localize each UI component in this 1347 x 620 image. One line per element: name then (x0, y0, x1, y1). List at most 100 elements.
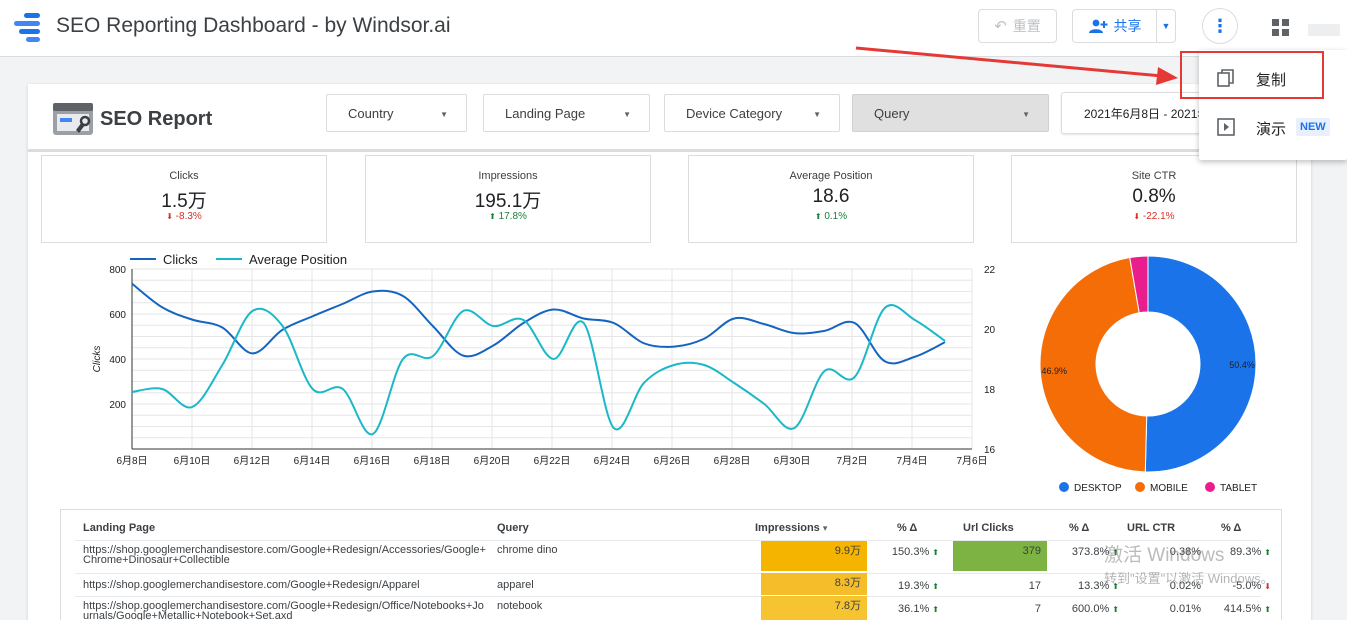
clicks-position-line-chart: 6月8日 6月10日 6月12日 6月14日 6月16日 6月18日 6月20日 6月22日 6… (92, 252, 996, 467)
x-tick-label: 6月24日 (594, 455, 631, 467)
x-tick-label: 6月10日 (174, 455, 211, 467)
change-value: 150.3% (891, 546, 930, 558)
change-value: 36.1% (898, 603, 930, 615)
highlight-box (1180, 51, 1324, 99)
scorecard-label: Clicks (169, 170, 199, 182)
legend-swatch (1135, 482, 1145, 492)
x-tick-label: 6月20日 (474, 455, 511, 467)
dropdown-arrow-icon: ▼ (1022, 110, 1030, 119)
landing-page-cell[interactable]: https://shop.googlemerchandisestore.com/… (83, 580, 489, 591)
arrow-up-icon: ⬆ (1112, 605, 1119, 614)
col-header-impressions-change[interactable]: % Δ (897, 522, 917, 534)
change-value: -8.3% (175, 211, 202, 222)
x-tick-label: 6月26日 (654, 455, 691, 467)
more-options-button[interactable]: ⋮ (1202, 8, 1238, 44)
query-filter[interactable]: Query ▼ (852, 94, 1049, 132)
url-ctr-cell: 0.01% (1169, 603, 1201, 615)
scorecard-average-position: Average Position 18.6 ⬆ 0.1% (688, 155, 974, 243)
share-button-group: 共享 ▼ (1072, 9, 1176, 43)
change-value: 600.0% (1071, 603, 1110, 615)
arrow-up-icon: ⬆ (932, 582, 939, 591)
col-header-query[interactable]: Query (497, 522, 529, 534)
share-label: 共享 (1113, 18, 1142, 34)
avatar[interactable] (1308, 24, 1340, 36)
undo-icon: ↶ (994, 18, 1007, 35)
query-cell: chrome dino (497, 544, 558, 556)
x-tick-label: 7月2日 (836, 455, 867, 467)
url-clicks-cell: 17 (1028, 580, 1041, 592)
impressions-change-cell: 36.1% ⬆ (869, 603, 939, 615)
col-header-url-ctr[interactable]: URL CTR (1127, 522, 1175, 534)
new-badge: NEW (1296, 118, 1330, 136)
scorecard-clicks: Clicks 1.5万 ⬇ -8.3% (41, 155, 327, 243)
landing-page-cell[interactable]: https://shop.googlemerchandisestore.com/… (83, 545, 489, 566)
table-row[interactable]: https://shop.googlemerchandisestore.com/… (75, 540, 1275, 572)
legend-label[interactable]: TABLET (1220, 483, 1257, 494)
series-line-clicks[interactable] (131, 282, 946, 365)
donut-slice-mobile[interactable] (1039, 256, 1148, 473)
landing-page-filter[interactable]: Landing Page ▼ (483, 94, 650, 132)
share-button[interactable]: 共享 (1073, 10, 1157, 42)
windows-activation-watermark: 激活 Windows (1104, 545, 1225, 566)
col-header-landing-page[interactable]: Landing Page (83, 522, 155, 534)
scorecard-label: Average Position (789, 170, 873, 182)
arrow-up-icon: ⬆ (1264, 548, 1271, 557)
change-value: 89.3% (1230, 546, 1262, 558)
table-row[interactable]: https://shop.googlemerchandisestore.com/… (75, 573, 1275, 595)
share-options-button[interactable]: ▼ (1157, 10, 1175, 42)
col-header-ctr-change[interactable]: % Δ (1221, 522, 1241, 534)
arrow-down-icon: ⬇ (166, 212, 173, 221)
x-tick-label: 6月22日 (534, 455, 571, 467)
query-filter-label: Query (874, 105, 910, 121)
scorecard-label: Site CTR (1131, 170, 1177, 182)
scorecard-value: 1.5万 (161, 191, 207, 212)
country-filter[interactable]: Country ▼ (326, 94, 467, 132)
legend-label[interactable]: Clicks (163, 252, 198, 267)
caret-down-icon: ▼ (1161, 21, 1171, 31)
reset-button[interactable]: ↶ 重置 (978, 9, 1057, 43)
change-value: 19.3% (898, 580, 930, 592)
reset-label: 重置 (1012, 18, 1041, 34)
y-axis-label: Clicks (92, 346, 103, 373)
add-person-icon (1088, 19, 1107, 33)
clicks-change-cell: 600.0% ⬆ (1049, 603, 1119, 615)
landing-page-cell[interactable]: https://shop.googlemerchandisestore.com/… (83, 601, 489, 620)
device-category-filter[interactable]: Device Category ▼ (664, 94, 840, 132)
legend-label[interactable]: DESKTOP (1074, 483, 1122, 494)
change-value: 17.8% (498, 211, 527, 222)
legend-swatch (1059, 482, 1069, 492)
slice-label: 46.9% (1041, 366, 1067, 376)
x-tick-label: 7月4日 (896, 455, 927, 467)
sort-desc-icon: ▾ (822, 523, 828, 533)
col-header-impressions[interactable]: Impressions ▾ (755, 522, 827, 534)
more-vert-icon: ⋮ (1211, 15, 1229, 36)
dropdown-arrow-icon: ▼ (813, 110, 821, 119)
legend-label[interactable]: Average Position (249, 252, 347, 267)
impressions-header-label: Impressions (755, 522, 820, 534)
query-cell: apparel (497, 579, 534, 591)
impressions-bar-cell: 7.8万 (761, 596, 867, 620)
x-tick-label: 6月18日 (414, 455, 451, 467)
y-tick-label: 800 (109, 265, 126, 276)
table-row[interactable]: https://shop.googlemerchandisestore.com/… (75, 596, 1275, 620)
x-tick-label: 6月12日 (234, 455, 271, 467)
legend-label[interactable]: MOBILE (1150, 483, 1188, 494)
url-clicks-bar-cell: 379 (953, 541, 1047, 571)
annotation-arrow (855, 46, 1178, 85)
y2-tick-label: 18 (984, 385, 996, 396)
menu-item-present[interactable]: 演示 NEW (1199, 105, 1347, 149)
col-header-url-clicks[interactable]: Url Clicks (963, 522, 1014, 534)
change-value: 0.1% (824, 211, 848, 222)
report-title: SEO Report (100, 108, 213, 130)
x-tick-label: 6月28日 (714, 455, 751, 467)
col-header-clicks-change[interactable]: % Δ (1069, 522, 1089, 534)
x-tick-label: 6月8日 (116, 455, 147, 467)
data-studio-logo-icon (14, 13, 42, 42)
y2-tick-label: 16 (984, 445, 996, 456)
apps-grid-icon[interactable] (1272, 19, 1289, 36)
impressions-change-cell: 19.3% ⬆ (869, 580, 939, 592)
scorecard-change: ⬆ 17.8% (366, 211, 650, 222)
menu-item-label: 演示 (1256, 121, 1287, 138)
ctr-change-cell: 414.5% ⬆ (1201, 603, 1271, 615)
url-clicks-cell: 7 (1034, 603, 1041, 615)
